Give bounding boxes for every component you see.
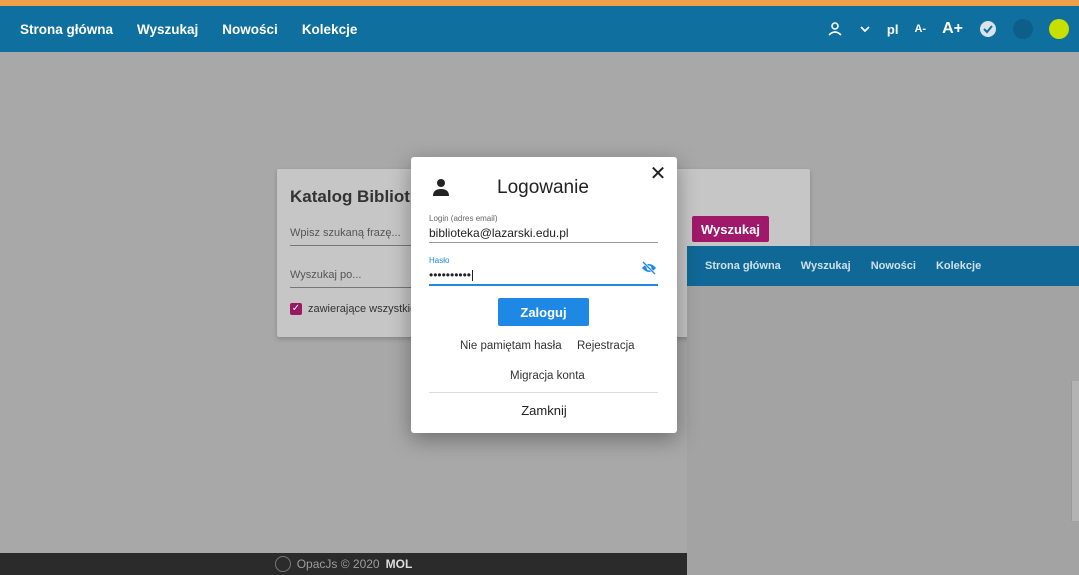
password-label: Hasło <box>429 256 450 265</box>
user-icon <box>433 179 449 196</box>
search-input[interactable]: Wpisz szukaną frazę... <box>290 227 415 246</box>
login-field-underline <box>429 242 658 243</box>
checkbox-label: zawierające wszystkie <box>308 303 417 315</box>
nav-search[interactable]: Wyszukaj <box>137 22 198 37</box>
font-smaller-button[interactable]: A- <box>914 23 926 35</box>
catalog-title: Katalog Bibliot <box>290 187 410 206</box>
close-icon[interactable]: ✕ <box>649 164 667 184</box>
dialog-title: Logowanie <box>497 177 589 198</box>
check-circle-icon[interactable] <box>979 20 997 38</box>
login-dialog: Logowanie ✕ Login (adres email) bibliote… <box>411 157 677 433</box>
secondary-nav-bar: Strona główna Wyszukaj Nowości Kolekcje <box>687 246 1079 286</box>
nav2-news[interactable]: Nowości <box>871 260 916 272</box>
migrate-account-link[interactable]: Migracja konta <box>510 370 585 382</box>
nav2-home[interactable]: Strona główna <box>705 260 781 272</box>
search-button[interactable]: Wyszukaj <box>692 216 769 242</box>
password-field-underline <box>429 284 658 286</box>
register-link[interactable]: Rejestracja <box>577 340 635 352</box>
dialog-divider <box>429 392 658 393</box>
footer: OpacJs © 2020 MOL <box>0 553 687 575</box>
theme-blue-button[interactable] <box>1013 19 1033 39</box>
opacjs-logo-icon <box>274 556 291 572</box>
nav2-collections[interactable]: Kolekcje <box>936 260 981 272</box>
password-field[interactable]: •••••••••• <box>429 268 474 282</box>
language-switch[interactable]: pl <box>887 22 899 37</box>
password-value: •••••••••• <box>429 268 472 282</box>
chevron-down-icon[interactable] <box>859 23 871 35</box>
checkbox-checked-icon[interactable]: ✓ <box>290 303 302 315</box>
login-button[interactable]: Zaloguj <box>498 298 589 326</box>
close-button[interactable]: Zamknij <box>411 403 677 418</box>
side-panel-edge <box>1071 381 1079 521</box>
nav-home[interactable]: Strona główna <box>20 22 113 37</box>
footer-brand: MOL <box>385 557 413 571</box>
footer-text: OpacJs © 2020 <box>296 557 380 571</box>
font-bigger-button[interactable]: A+ <box>942 20 963 38</box>
match-all-checkbox[interactable]: ✓ zawierające wszystkie <box>290 303 416 315</box>
nav-news[interactable]: Nowości <box>222 22 278 37</box>
text-caret <box>472 270 474 282</box>
secondary-page-panel: Strona główna Wyszukaj Nowości Kolekcje <box>687 246 1079 575</box>
theme-yellow-button[interactable] <box>1049 19 1069 39</box>
forgot-password-link[interactable]: Nie pamiętam hasła <box>460 340 562 352</box>
nav-collections[interactable]: Kolekcje <box>302 22 358 37</box>
eye-off-icon[interactable] <box>641 261 657 275</box>
user-icon[interactable] <box>827 21 843 37</box>
header-tools: pl A- A+ <box>827 6 1069 52</box>
nav2-search[interactable]: Wyszukaj <box>801 260 851 272</box>
login-label: Login (adres email) <box>429 214 498 223</box>
main-nav: Strona główna Wyszukaj Nowości Kolekcje <box>20 6 357 52</box>
search-by-select[interactable]: Wyszukaj po... <box>290 269 415 288</box>
login-field[interactable]: biblioteka@lazarski.edu.pl <box>429 226 569 240</box>
top-nav-bar: Strona główna Wyszukaj Nowości Kolekcje … <box>0 6 1079 52</box>
secondary-nav: Strona główna Wyszukaj Nowości Kolekcje <box>705 246 981 286</box>
